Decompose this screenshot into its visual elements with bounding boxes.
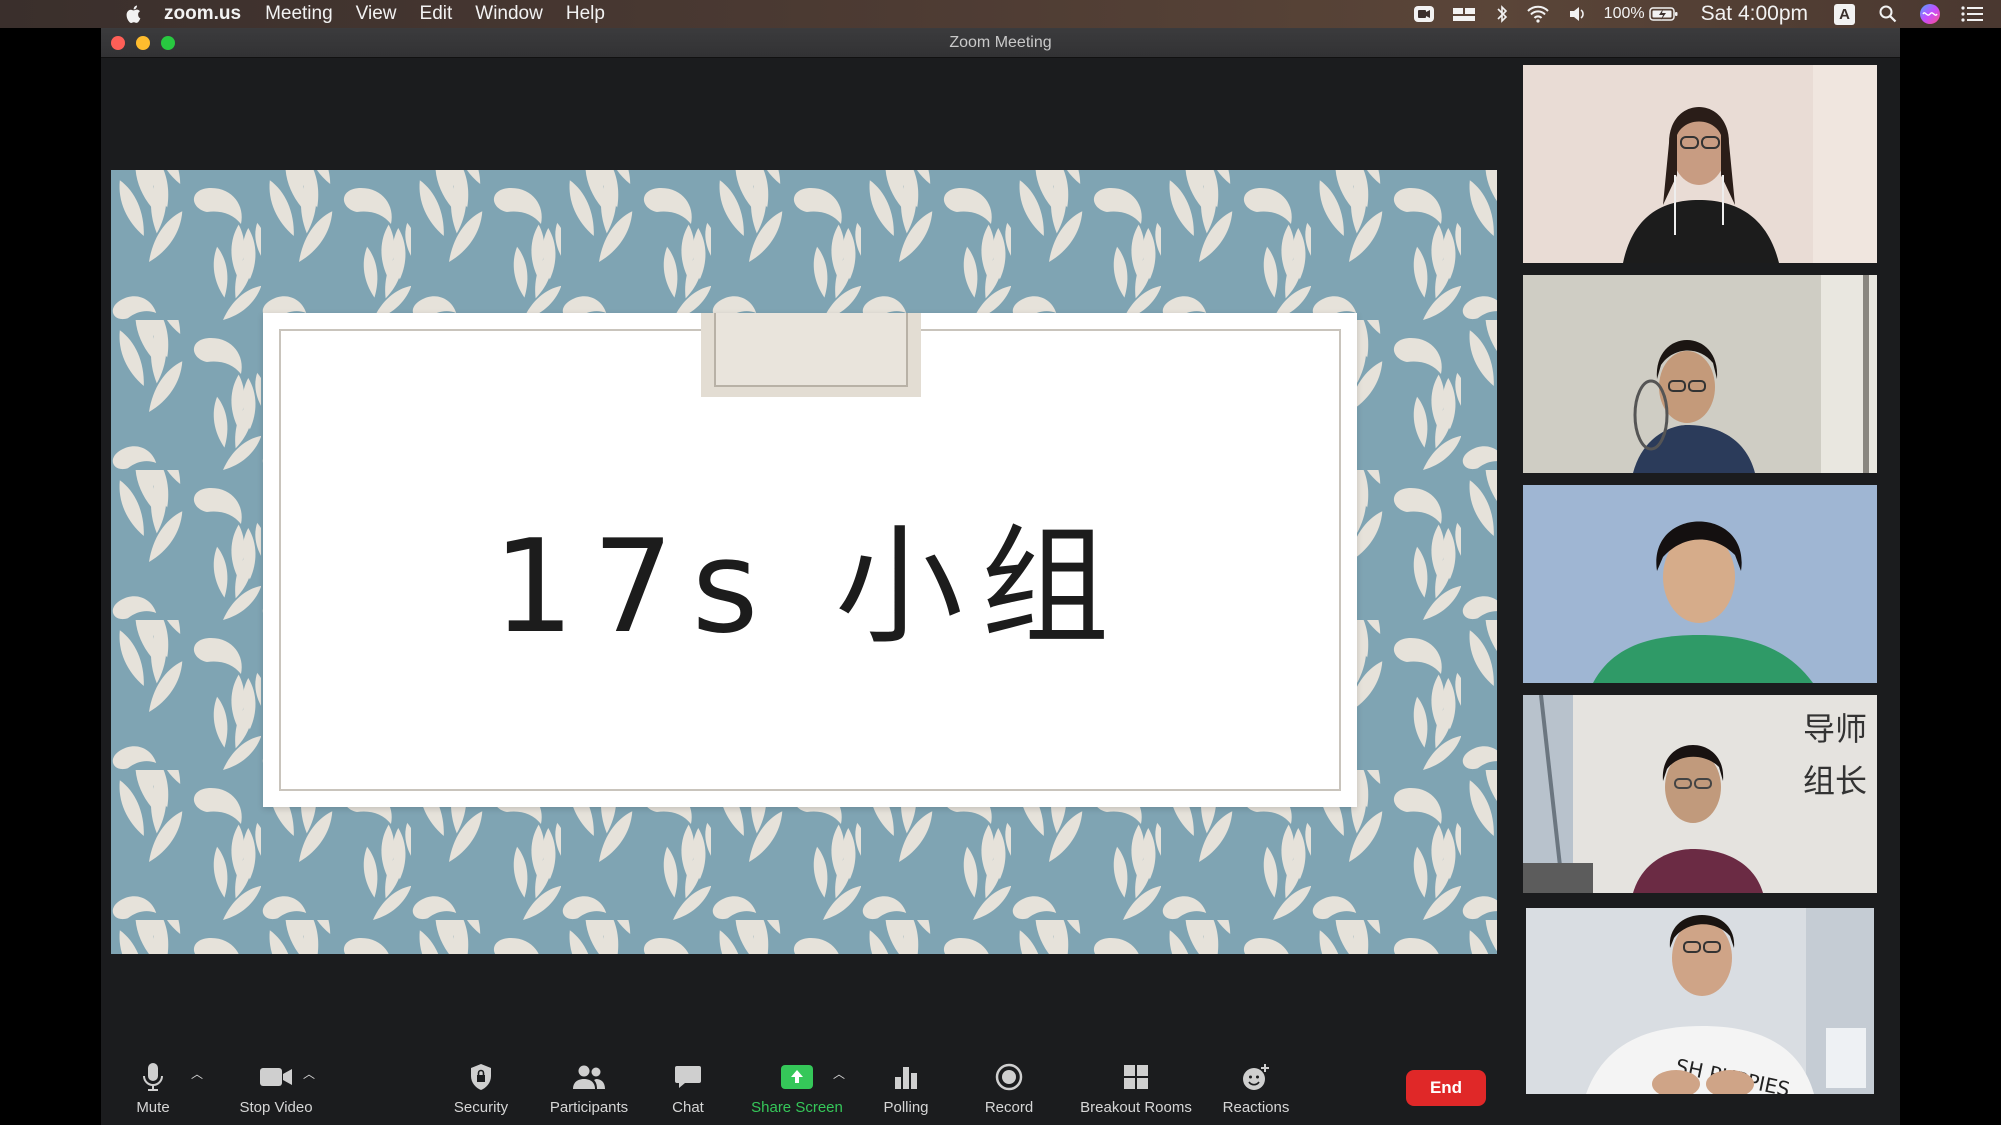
participants-label: Participants xyxy=(549,1099,629,1116)
participant-video-tile[interactable] xyxy=(1523,485,1877,683)
slide-card-tab-inner xyxy=(714,313,908,387)
window-title: Zoom Meeting xyxy=(949,33,1052,51)
mute-label: Mute xyxy=(136,1099,170,1116)
polling-button[interactable]: Polling xyxy=(866,1055,946,1125)
input-source-icon[interactable]: A xyxy=(1834,3,1855,25)
participant-video-tile[interactable] xyxy=(1523,275,1877,473)
mac-menu-bar: zoom.us Meeting View Edit Window Help 10… xyxy=(0,0,2001,28)
stop-video-label: Stop Video xyxy=(239,1099,313,1116)
bar-chart-icon xyxy=(895,1067,917,1089)
participants-button[interactable]: Participants xyxy=(534,1055,644,1125)
participant-video-frame xyxy=(1523,485,1877,683)
bluetooth-icon[interactable] xyxy=(1496,4,1508,24)
reactions-button[interactable]: Reactions xyxy=(1211,1055,1301,1125)
menu-app-name[interactable]: zoom.us xyxy=(164,3,241,25)
reactions-label: Reactions xyxy=(1222,1099,1290,1116)
slide-title-text: 17s 小组 xyxy=(492,513,1128,662)
record-icon xyxy=(995,1063,1023,1091)
breakout-rooms-grid-icon xyxy=(1124,1065,1148,1089)
siri-icon[interactable] xyxy=(1919,3,1941,25)
notification-center-icon[interactable] xyxy=(1961,6,1983,22)
share-screen-label: Share Screen xyxy=(751,1099,843,1116)
battery-icon[interactable] xyxy=(1648,6,1679,22)
wifi-icon[interactable] xyxy=(1526,5,1550,23)
participant-video-tile[interactable] xyxy=(1523,65,1877,263)
window-fullscreen-button[interactable] xyxy=(161,36,175,50)
chat-label: Chat xyxy=(672,1099,704,1116)
spotlight-search-icon[interactable] xyxy=(1879,5,1897,23)
participant-overlay-text: 导师 组长 xyxy=(1802,710,1867,800)
meeting-controls-toolbar: Mute ︿ Stop Video ︿ Security Participant… xyxy=(101,1055,1900,1125)
security-label: Security xyxy=(453,1099,509,1116)
participant-video-tile[interactable]: 导师 组长 xyxy=(1523,695,1877,893)
menu-window[interactable]: Window xyxy=(475,3,543,25)
zoom-meeting-window: Zoom Meeting 17s 小组 导师 组长 SH Mute ︿ Stop… xyxy=(101,28,1900,1125)
window-title-bar[interactable]: Zoom Meeting xyxy=(101,28,1900,58)
shield-icon xyxy=(471,1064,491,1090)
menu-meeting[interactable]: Meeting xyxy=(265,3,333,25)
share-options-chevron-up-icon[interactable]: ︿ xyxy=(833,1065,845,1082)
participant-video-frame xyxy=(1523,275,1877,473)
record-button[interactable]: Record xyxy=(969,1055,1049,1125)
breakout-rooms-label: Breakout Rooms xyxy=(1080,1099,1192,1116)
input-source-letter: A xyxy=(1834,3,1855,25)
window-controls xyxy=(111,36,186,50)
zoom-status-icon[interactable] xyxy=(1413,5,1434,23)
polling-label: Polling xyxy=(883,1099,929,1116)
menubar-status-area: 100% Sat 4:00pm A xyxy=(1396,0,2001,28)
menu-help[interactable]: Help xyxy=(566,3,605,25)
apple-logo-icon[interactable] xyxy=(124,3,144,25)
share-screen-arrow-icon xyxy=(781,1065,813,1089)
security-button[interactable]: Security xyxy=(436,1055,526,1125)
breakout-rooms-button[interactable]: Breakout Rooms xyxy=(1071,1055,1201,1125)
menu-edit[interactable]: Edit xyxy=(420,3,453,25)
shared-screen-slide: 17s 小组 xyxy=(111,170,1497,954)
volume-icon[interactable] xyxy=(1568,5,1586,23)
mute-button[interactable]: Mute xyxy=(113,1055,193,1125)
chat-button[interactable]: Chat xyxy=(648,1055,728,1125)
microphone-icon xyxy=(143,1063,163,1091)
slide-card-tab xyxy=(701,313,921,397)
chat-bubble-icon xyxy=(675,1066,701,1088)
battery-percent[interactable]: 100% xyxy=(1604,5,1645,23)
audio-options-chevron-up-icon[interactable]: ︿ xyxy=(191,1065,203,1082)
participants-icon xyxy=(573,1065,605,1089)
slide-title-card: 17s 小组 xyxy=(263,313,1357,807)
end-meeting-button[interactable]: End xyxy=(1406,1070,1486,1106)
participant-video-frame xyxy=(1523,65,1877,263)
smiley-plus-icon xyxy=(1243,1064,1269,1090)
video-options-chevron-up-icon[interactable]: ︿ xyxy=(303,1065,315,1082)
window-minimize-button[interactable] xyxy=(136,36,150,50)
drive-icon[interactable] xyxy=(1452,5,1478,23)
menubar-clock[interactable]: Sat 4:00pm xyxy=(1701,2,1808,26)
menu-view[interactable]: View xyxy=(356,3,397,25)
video-camera-icon xyxy=(260,1068,292,1086)
record-label: Record xyxy=(984,1099,1034,1116)
window-close-button[interactable] xyxy=(111,36,125,50)
